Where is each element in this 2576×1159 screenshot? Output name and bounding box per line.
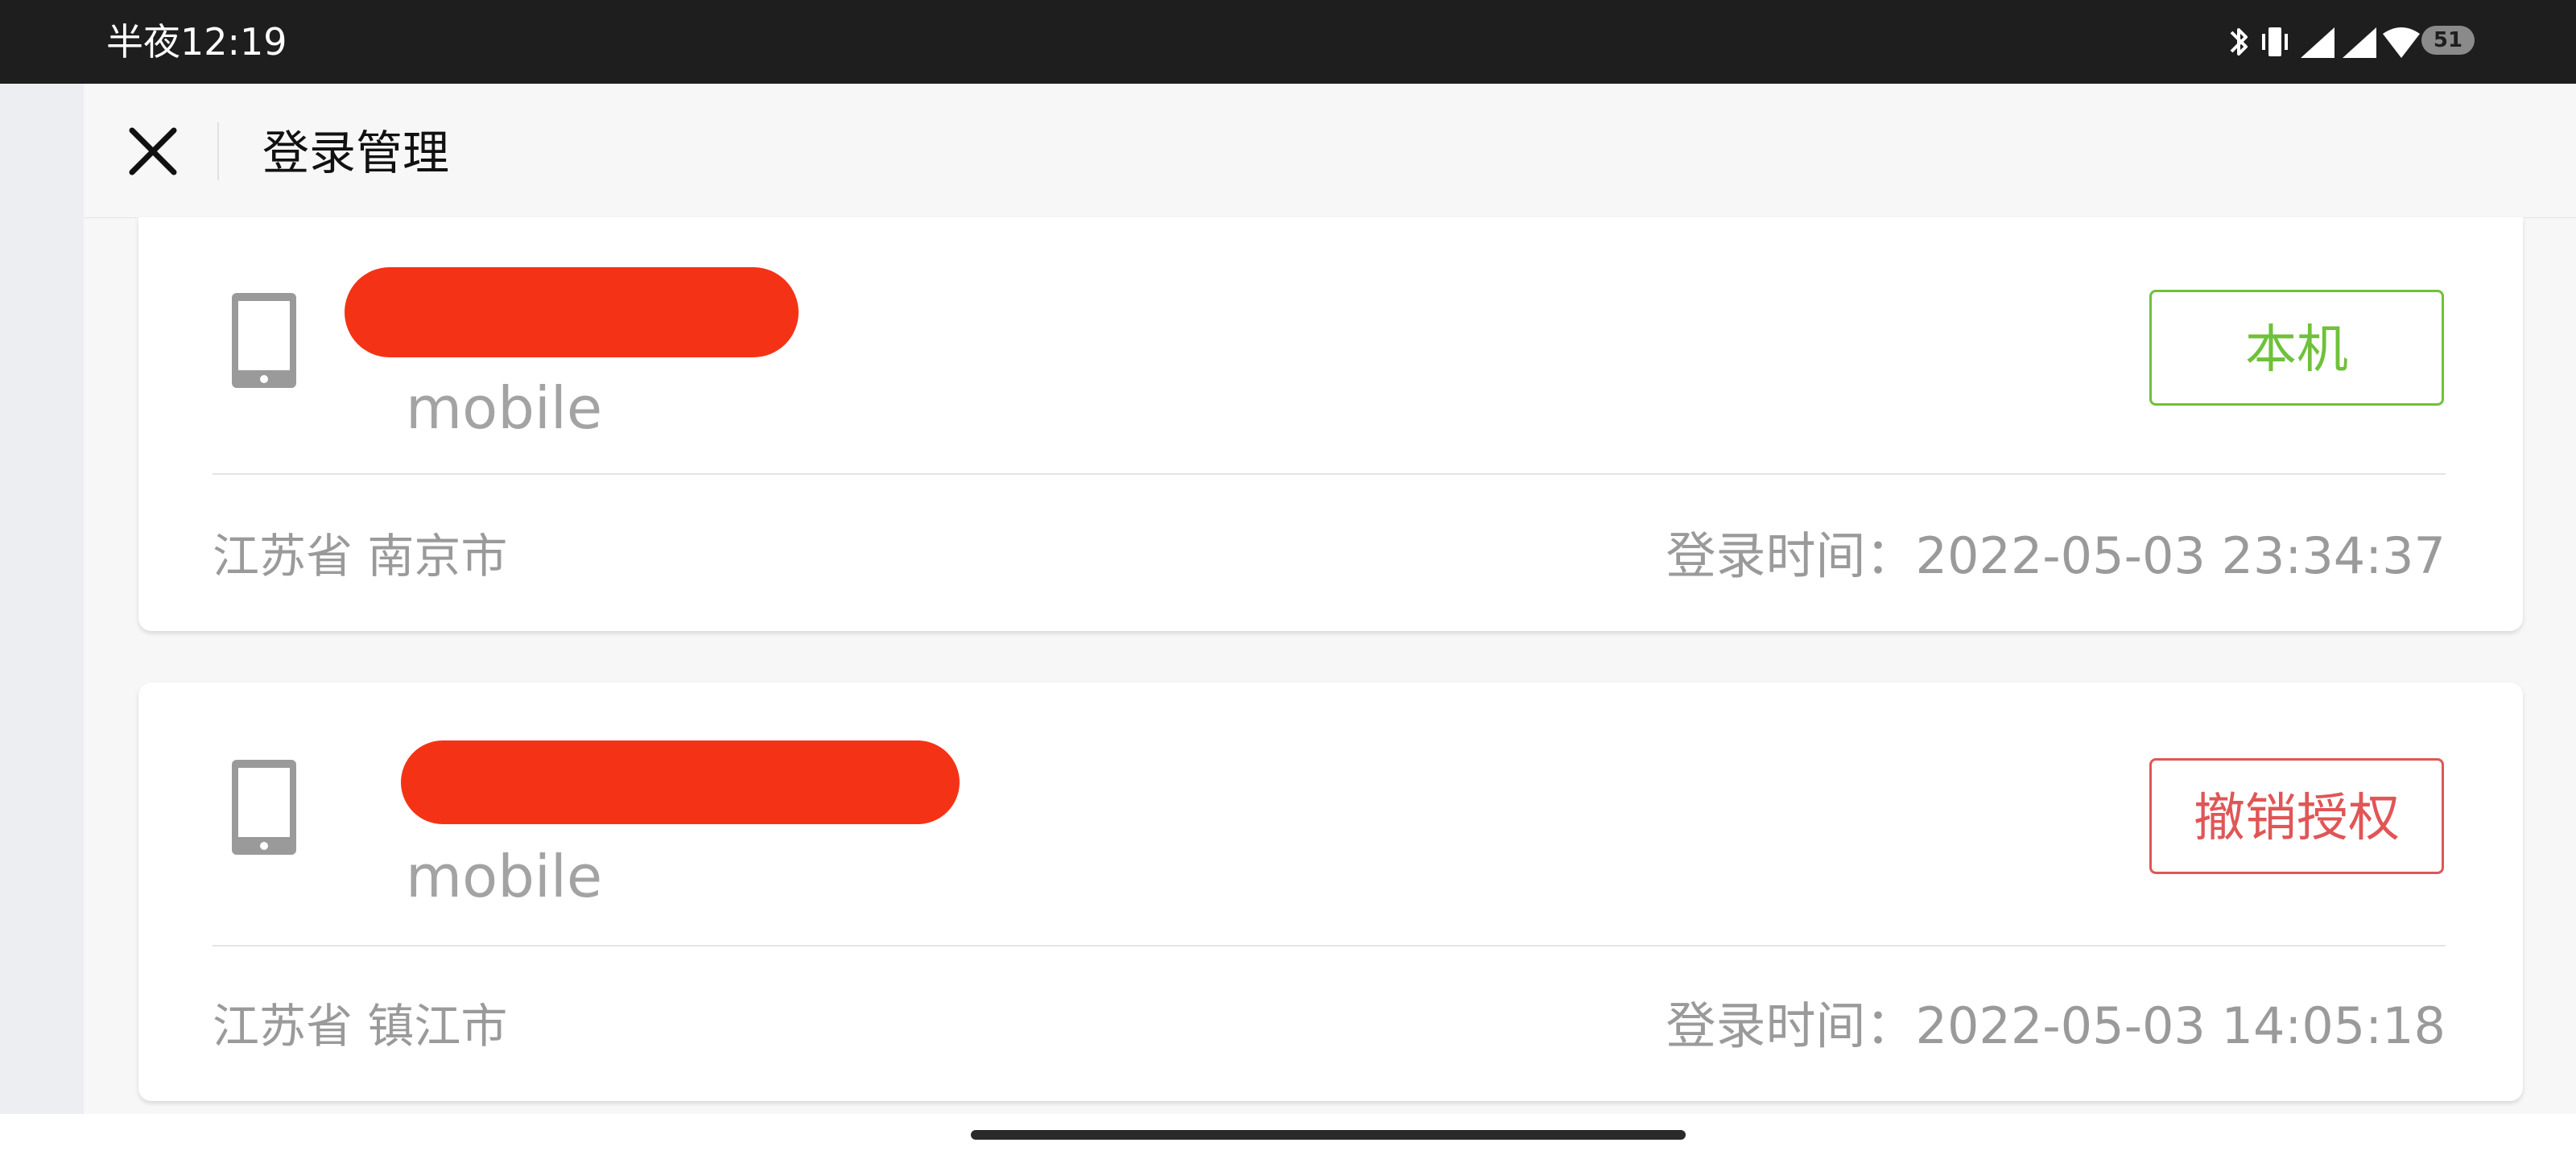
login-time: 登录时间：2022-05-03 14:05:18 [1666, 996, 2446, 1055]
location: 江苏省 南京市 [213, 529, 508, 584]
session-card: mobile 本机 江苏省 南京市 登录时间：2022-05-03 23:34:… [138, 217, 2523, 631]
status-bar: 半夜12:19 51 [0, 0, 2576, 84]
signal-icon-2 [2343, 27, 2376, 58]
card-divider [213, 473, 2446, 475]
current-device-button[interactable]: 本机 [2149, 290, 2444, 406]
status-icons: 51 [2227, 21, 2492, 63]
top-bar: 登录管理 [84, 84, 2576, 218]
status-time: 半夜12:19 [106, 20, 287, 64]
phone-icon [232, 293, 296, 388]
wifi-icon [2383, 27, 2420, 58]
header-divider [217, 122, 219, 180]
home-indicator[interactable] [971, 1130, 1686, 1140]
signal-icon [2301, 27, 2334, 58]
location: 江苏省 镇江市 [213, 999, 508, 1054]
redacted-device-name [345, 267, 799, 357]
card-divider [213, 945, 2446, 947]
close-icon[interactable] [122, 121, 184, 182]
left-strip [0, 84, 84, 1114]
revoke-authorization-button[interactable]: 撤销授权 [2149, 758, 2444, 874]
redacted-device-name [401, 740, 960, 824]
vibrate-icon [2262, 27, 2288, 56]
battery-level: 51 [2433, 28, 2463, 52]
device-type: mobile [406, 374, 603, 442]
session-card: mobile 撤销授权 江苏省 镇江市 登录时间：2022-05-03 14:0… [138, 683, 2523, 1101]
battery-icon: 51 [2421, 26, 2475, 55]
device-type: mobile [406, 843, 603, 910]
login-time: 登录时间：2022-05-03 23:34:37 [1666, 526, 2446, 585]
bluetooth-icon [2230, 28, 2248, 56]
phone-icon [232, 760, 296, 855]
page-title: 登录管理 [262, 126, 450, 180]
